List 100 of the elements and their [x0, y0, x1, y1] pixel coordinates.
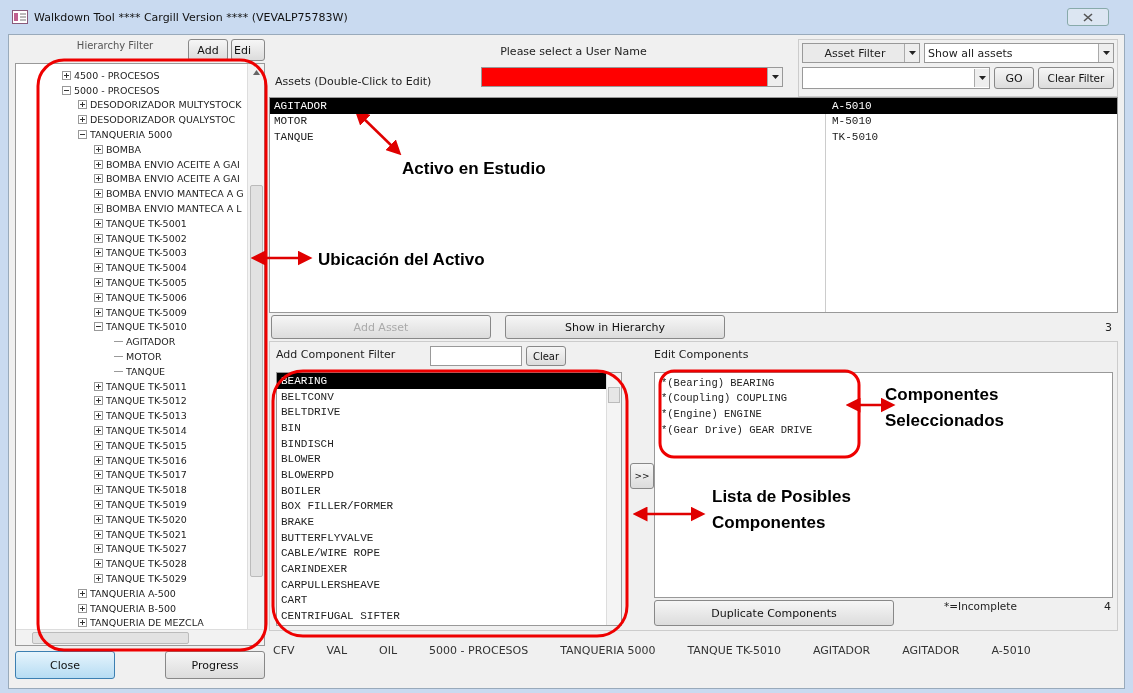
tree-item[interactable]: BOMBA ENVIO MANTECA A G	[106, 188, 244, 200]
expander-icon[interactable]	[94, 292, 103, 302]
tree-item[interactable]: TANQUE TK-5003	[106, 247, 187, 259]
expander-icon[interactable]	[94, 500, 103, 509]
duplicate-components-button[interactable]: Duplicate Components	[654, 600, 894, 626]
asset-row[interactable]: TANQUE TK-5010	[270, 129, 1117, 145]
tree-item[interactable]: TANQUE TK-5010	[106, 321, 187, 333]
expander-icon[interactable]	[94, 189, 103, 199]
expander-icon[interactable]	[94, 559, 103, 569]
tree-item[interactable]: 4500 - PROCESOS	[74, 69, 160, 81]
tree-item[interactable]: TANQUE TK-5009	[106, 306, 187, 318]
expander-icon[interactable]	[94, 144, 103, 154]
progress-button[interactable]: Progress	[165, 651, 265, 679]
tree-item[interactable]: TANQUE TK-5027	[106, 543, 187, 555]
tree-item[interactable]: TANQUERIA B-500	[90, 602, 177, 614]
scrollbar[interactable]	[16, 629, 264, 645]
expander-icon[interactable]	[78, 603, 87, 613]
expander-icon[interactable]	[94, 174, 103, 184]
expander-icon[interactable]	[94, 411, 103, 421]
expander-icon[interactable]	[94, 218, 103, 228]
add-button[interactable]: Add	[188, 39, 228, 61]
expander-icon[interactable]	[94, 204, 103, 214]
expander-icon[interactable]	[62, 85, 71, 95]
expander-icon[interactable]	[94, 248, 103, 258]
tree-item[interactable]: TANQUE TK-5011	[106, 380, 187, 392]
tree-item[interactable]: TANQUE TK-5016	[106, 454, 187, 466]
expander-icon[interactable]	[62, 70, 71, 80]
expander-icon[interactable]	[78, 115, 87, 125]
scrollbar[interactable]	[606, 373, 621, 625]
expander-icon[interactable]	[94, 529, 103, 539]
component-item[interactable]: CARINDEXER	[277, 561, 606, 577]
expander-icon[interactable]	[94, 574, 103, 583]
tree-item[interactable]: BOMBA	[106, 143, 142, 155]
expander-icon[interactable]	[94, 514, 103, 524]
component-item[interactable]: CART	[277, 592, 606, 609]
component-item[interactable]: BELTCONV	[277, 388, 606, 405]
tree-item[interactable]: TANQUE TK-5013	[106, 410, 187, 422]
component-entry[interactable]: *(Gear Drive) GEAR DRIVE	[661, 421, 813, 438]
tree-item[interactable]: TANQUERIA DE MEZCLA	[90, 617, 204, 629]
component-item[interactable]: BUTTERFLYVALVE	[277, 529, 606, 546]
tree-item[interactable]: TANQUE TK-5018	[106, 484, 187, 496]
expander-icon[interactable]	[78, 618, 87, 628]
expander-icon[interactable]	[94, 455, 103, 465]
tree-item[interactable]: TANQUE TK-5014	[106, 425, 187, 436]
tree-item[interactable]: TANQUE TK-5019	[106, 499, 187, 510]
component-item[interactable]: CABLE/WIRE ROPE	[277, 545, 606, 562]
clear-button[interactable]: Clear	[526, 346, 566, 366]
component-item[interactable]: BOX FILLER/FORMER	[277, 498, 606, 515]
expander-icon[interactable]	[94, 263, 103, 273]
component-item[interactable]: BELTDRIVE	[277, 404, 606, 421]
asset-row[interactable]: AGITADOR A-5010	[270, 98, 1117, 114]
component-item[interactable]: BOILER	[277, 482, 606, 499]
component-item[interactable]: CENTRIFUGAL SIFTER	[277, 608, 606, 624]
filter-value-dropdown[interactable]	[802, 67, 990, 89]
edit-button[interactable]: Edi	[231, 39, 265, 61]
expander-icon[interactable]	[94, 440, 103, 450]
expander-icon[interactable]	[94, 322, 103, 332]
expander-icon[interactable]	[94, 396, 103, 406]
tree-item[interactable]: TANQUE TK-5012	[106, 395, 187, 407]
tree-item[interactable]: TANQUE TK-5021	[106, 528, 187, 540]
close-button[interactable]: Close	[15, 651, 115, 679]
expander-icon[interactable]	[78, 130, 87, 140]
asset-filter-dropdown[interactable]: Asset Filter	[802, 43, 920, 63]
tree-item[interactable]: TANQUE TK-5020	[106, 513, 187, 525]
expander-icon[interactable]	[78, 100, 87, 110]
component-filter-field[interactable]	[430, 346, 522, 366]
expander-icon[interactable]	[94, 278, 103, 288]
tree-item[interactable]: DESODORIZADOR QUALYSTOC	[90, 114, 236, 126]
tree-item[interactable]: TANQUE TK-5017	[106, 469, 187, 481]
component-entry[interactable]: *(Bearing) BEARING	[661, 375, 775, 391]
tree-item[interactable]: TANQUE TK-5004	[106, 262, 187, 274]
tree-item[interactable]: MOTOR	[126, 351, 162, 363]
tree-item[interactable]: TANQUE TK-5001	[106, 217, 187, 229]
expander-icon[interactable]	[94, 470, 103, 480]
component-item[interactable]: BEARING	[277, 373, 606, 389]
tree-item[interactable]: TANQUE TK-5005	[106, 277, 187, 289]
component-item[interactable]: BRAKE	[277, 514, 606, 530]
tree-item[interactable]: TANQUE TK-5028	[106, 558, 187, 570]
close-button[interactable]	[1067, 8, 1109, 26]
tree-item[interactable]: TANQUERIA 5000	[90, 129, 173, 141]
asset-row[interactable]: MOTOR M-5010	[270, 113, 1117, 129]
show-in-hierarchy-button[interactable]: Show in Hierarchy	[505, 315, 725, 339]
component-item[interactable]: BINDISCH	[277, 435, 606, 452]
tree-item[interactable]: TANQUERIA A-500	[90, 587, 176, 599]
expander-icon[interactable]	[94, 544, 103, 554]
expander-icon[interactable]	[94, 307, 103, 317]
component-entry[interactable]: *(Engine) ENGINE	[661, 406, 762, 422]
tree-item[interactable]: TANQUE TK-5015	[106, 439, 187, 451]
tree-item[interactable]: 5000 - PROCESOS	[74, 84, 160, 96]
component-entry[interactable]: *(Coupling) COUPLING	[661, 390, 788, 407]
expander-icon[interactable]	[94, 159, 103, 169]
tree-item[interactable]: TANQUE TK-5006	[106, 291, 187, 303]
user-name-dropdown[interactable]	[481, 66, 783, 87]
scroll-up-icon[interactable]	[252, 70, 260, 75]
move-button[interactable]: >>	[630, 463, 654, 489]
expander-icon[interactable]	[94, 485, 103, 495]
tree-item[interactable]: BOMBA ENVIO MANTECA A L	[106, 203, 242, 215]
component-item[interactable]: BLOWER	[277, 451, 606, 468]
expander-icon[interactable]	[94, 426, 103, 435]
component-item[interactable]: CARPULLERSHEAVE	[277, 576, 606, 593]
